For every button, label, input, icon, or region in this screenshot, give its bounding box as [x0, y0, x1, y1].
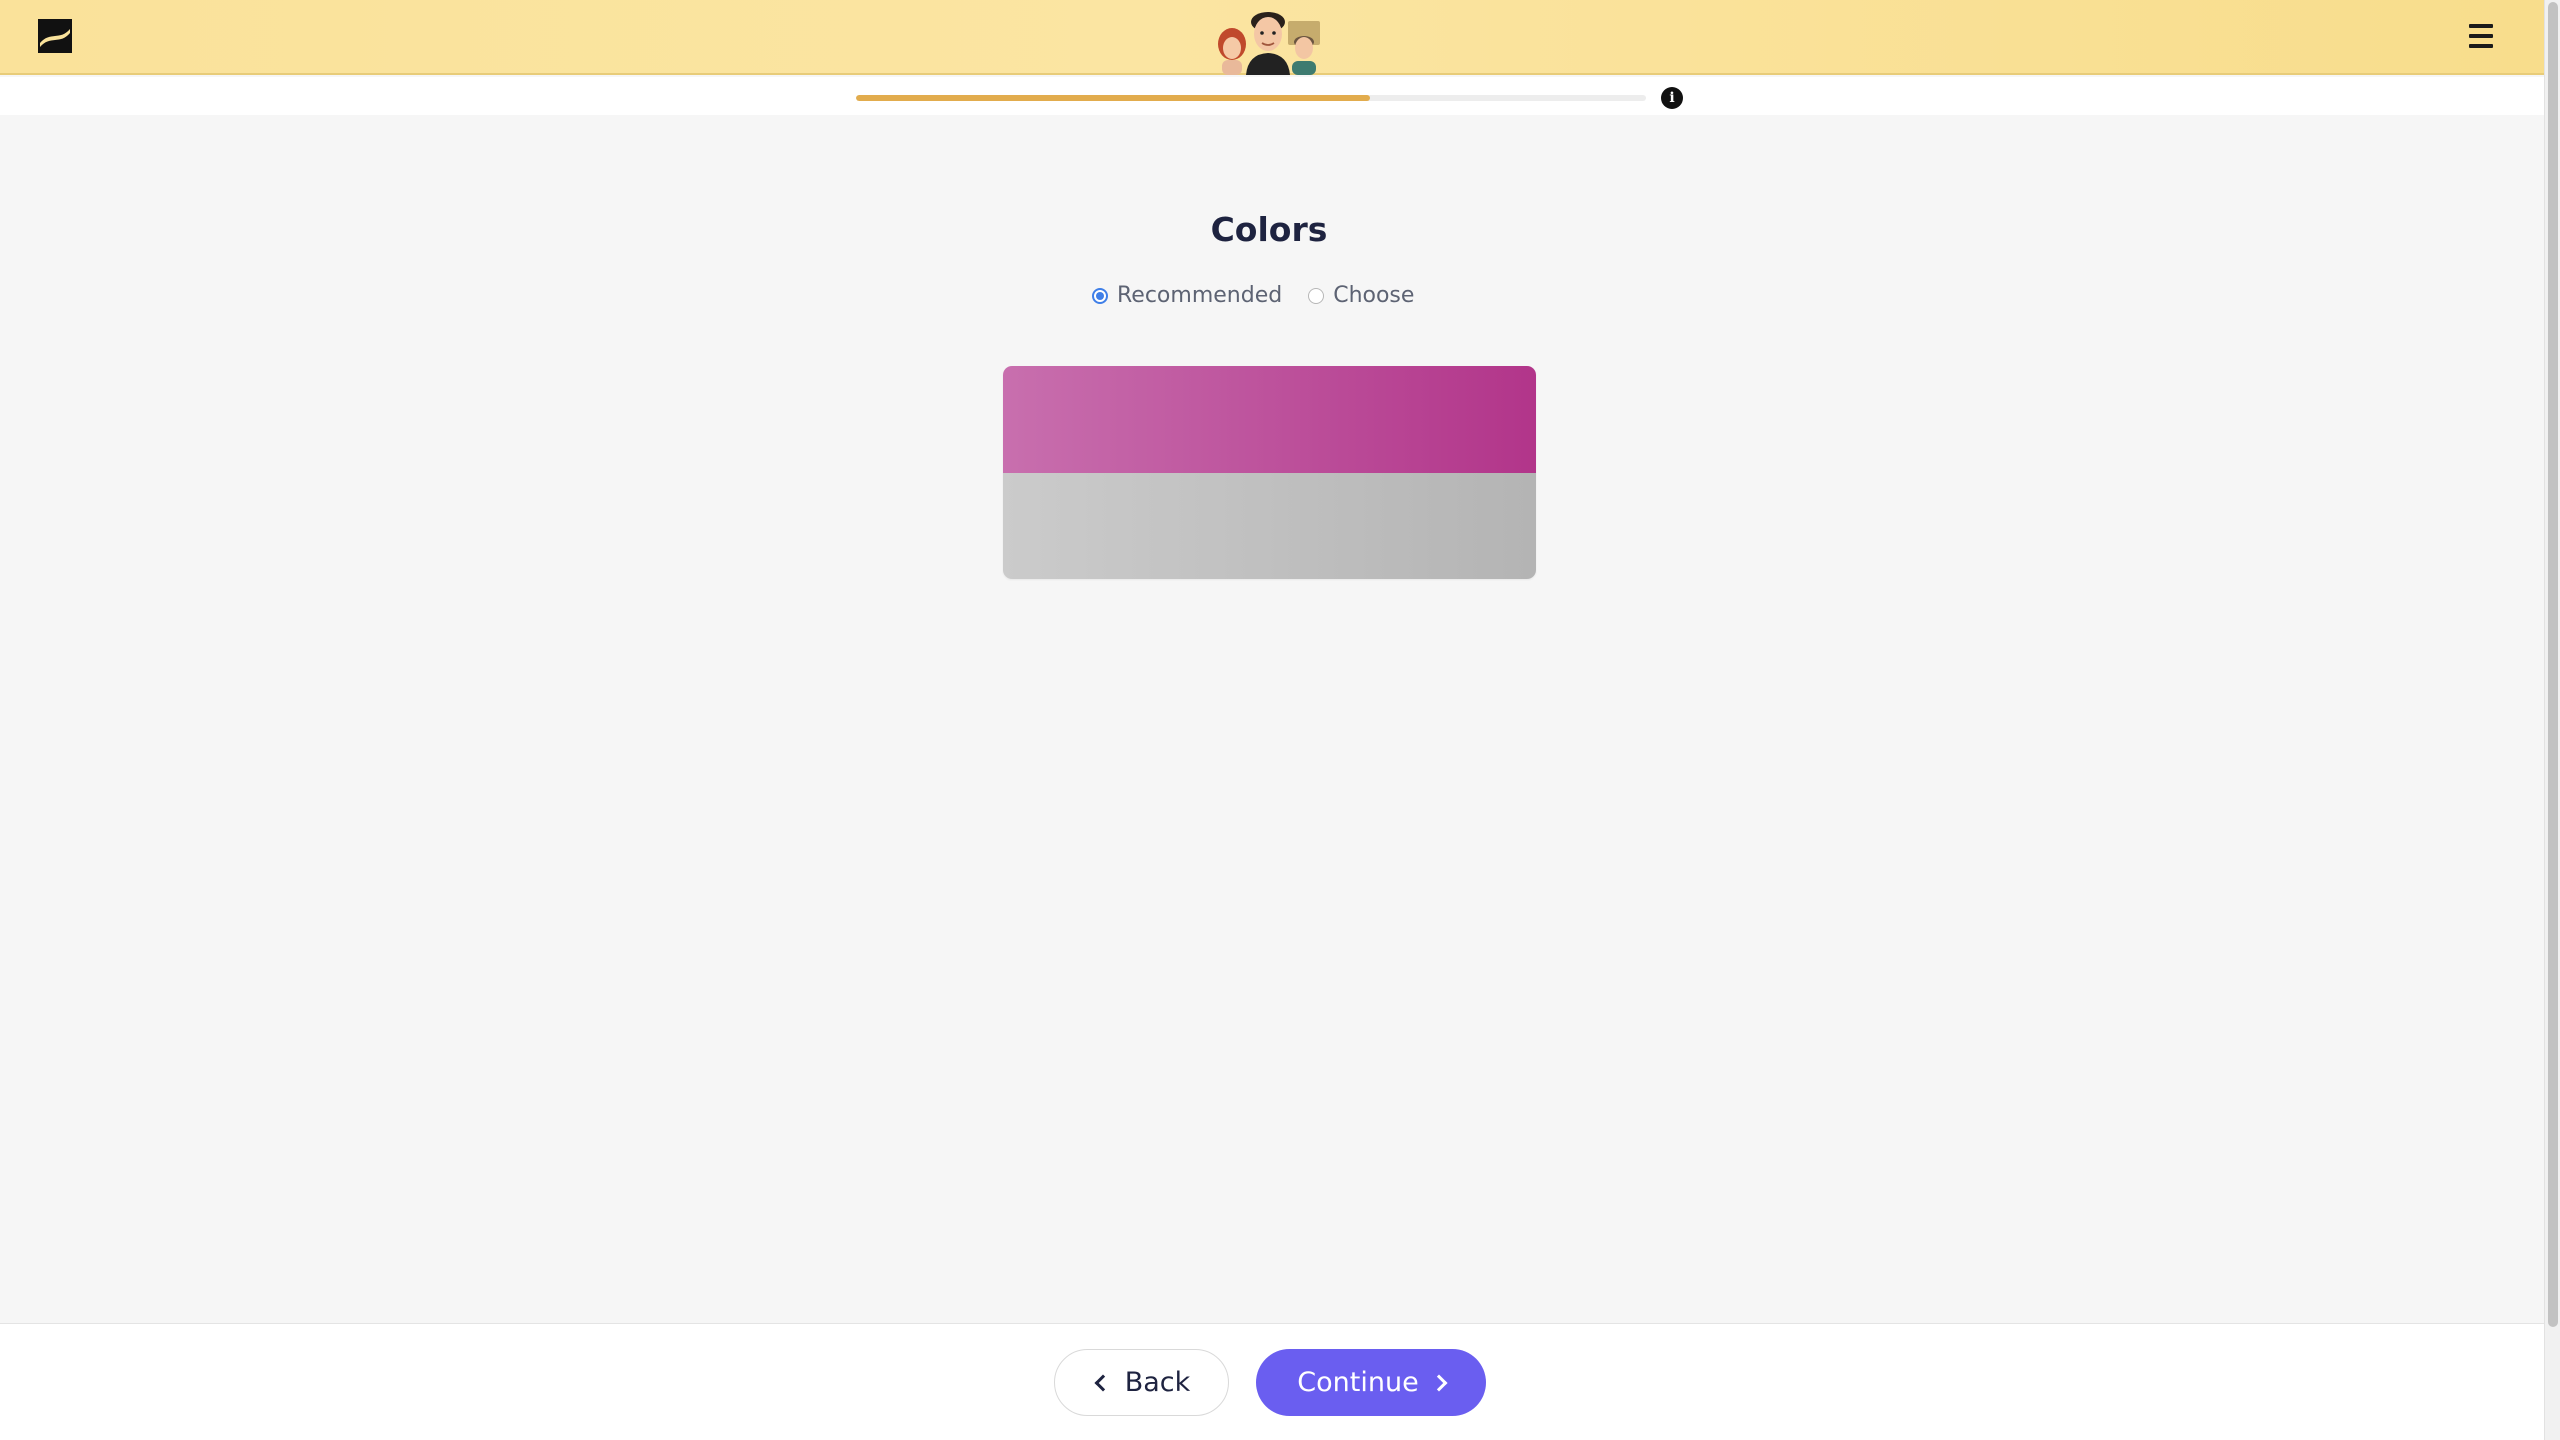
primary-color-swatch [1003, 366, 1536, 473]
stripe-slash-logo-icon[interactable] [38, 19, 72, 53]
menu-line [2469, 24, 2493, 28]
continue-button[interactable]: Continue [1256, 1349, 1486, 1416]
main-content: Colors Recommended Choose [0, 115, 2544, 1323]
radio-button-choose[interactable] [1308, 287, 1325, 304]
radio-button-recommended[interactable] [1092, 287, 1108, 304]
chevron-right-icon [1430, 1374, 1448, 1391]
progress-bar [856, 95, 1646, 101]
page: i Colors Recommended Choose Back Continu… [0, 0, 2560, 1440]
menu-line [2469, 34, 2493, 38]
radio-option-choose[interactable]: Choose [1308, 283, 1414, 308]
vertical-scrollbar[interactable] [2544, 0, 2560, 1440]
radio-option-recommended[interactable]: Recommended [1092, 283, 1282, 308]
page-title: Colors [1210, 210, 1328, 249]
top-header [0, 0, 2544, 75]
color-palette-swatch[interactable] [1003, 366, 1536, 579]
menu-line [2469, 44, 2493, 48]
back-button[interactable]: Back [1054, 1349, 1229, 1416]
hamburger-menu-icon[interactable] [2466, 21, 2496, 51]
secondary-color-swatch [1003, 473, 1536, 579]
footer-nav: Back Continue [0, 1323, 2544, 1440]
scrollbar-thumb[interactable] [2548, 2, 2558, 1327]
info-icon[interactable]: i [1661, 87, 1683, 109]
three-people-avatar-icon [1218, 12, 1320, 75]
chevron-left-icon [1094, 1374, 1112, 1391]
radio-label-choose: Choose [1333, 283, 1415, 308]
continue-button-label: Continue [1297, 1367, 1419, 1398]
progress-fill [856, 95, 1370, 101]
progress-strip: i [0, 77, 2544, 115]
back-button-label: Back [1124, 1367, 1191, 1398]
radio-label-recommended: Recommended [1117, 283, 1283, 308]
color-mode-radio-group: Recommended Choose [1092, 283, 1414, 308]
